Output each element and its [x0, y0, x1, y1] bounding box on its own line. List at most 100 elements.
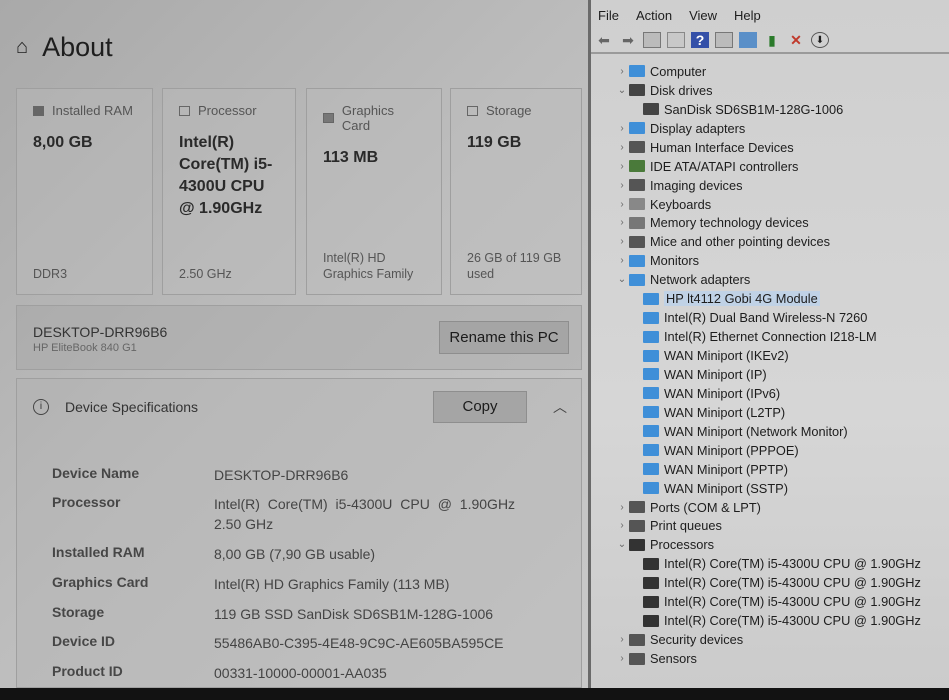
- device-label: Monitors: [650, 253, 700, 269]
- chevron-down-icon[interactable]: ⌄: [615, 274, 629, 285]
- spec-key: Storage: [52, 604, 105, 620]
- device-item[interactable]: WAN Miniport (PPTP): [591, 460, 949, 479]
- device-category[interactable]: ⌄ Disk drives: [591, 81, 949, 100]
- device-item[interactable]: Intel(R) Core(TM) i5-4300U CPU @ 1.90GHz: [591, 554, 949, 573]
- device-category[interactable]: ⌄ Network adapters: [591, 270, 949, 289]
- card-installed-ram: Installed RAM 8,00 GB DDR3: [16, 88, 153, 295]
- chevron-right-icon[interactable]: ›: [615, 142, 629, 153]
- device-item[interactable]: WAN Miniport (L2TP): [591, 403, 949, 422]
- menu-view[interactable]: View: [689, 8, 717, 23]
- device-category[interactable]: › Security devices: [591, 630, 949, 649]
- spec-row: Installed RAM 8,00 GB (7,90 GB usable): [52, 544, 375, 564]
- menu-help[interactable]: Help: [734, 8, 761, 23]
- chevron-right-icon[interactable]: ›: [615, 161, 629, 172]
- device-label: Human Interface Devices: [650, 139, 794, 155]
- device-manager-window: File Action View Help ⬅ ➡ ? ▮ ✕ ⬇ › Compu…: [591, 0, 949, 688]
- spec-row: Product ID 00331-10000-00001-AA035: [52, 663, 387, 683]
- device-label: Intel(R) Core(TM) i5-4300U CPU @ 1.90GHz: [664, 594, 921, 610]
- device-item[interactable]: WAN Miniport (SSTP): [591, 479, 949, 498]
- device-item[interactable]: WAN Miniport (PPPOE): [591, 441, 949, 460]
- chevron-right-icon[interactable]: ›: [615, 66, 629, 77]
- device-category[interactable]: › Ports (COM & LPT): [591, 498, 949, 517]
- device-item[interactable]: SanDisk SD6SB1M-128G-1006: [591, 100, 949, 119]
- specs-header[interactable]: i Device Specifications: [33, 399, 198, 415]
- device-category[interactable]: › Print queues: [591, 517, 949, 536]
- device-icon: [629, 84, 645, 97]
- device-icon: [643, 576, 659, 589]
- properties-icon[interactable]: [667, 32, 685, 48]
- home-icon[interactable]: ⌂: [16, 36, 28, 59]
- copy-button[interactable]: Copy: [433, 391, 527, 423]
- device-item[interactable]: Intel(R) Core(TM) i5-4300U CPU @ 1.90GHz: [591, 611, 949, 630]
- device-label: HP lt4112 Gobi 4G Module: [664, 291, 820, 307]
- device-category[interactable]: › IDE ATA/ATAPI controllers: [591, 157, 949, 176]
- device-item[interactable]: Intel(R) Dual Band Wireless-N 7260: [591, 308, 949, 327]
- card-heading: Storage: [486, 103, 532, 118]
- device-category[interactable]: › Memory technology devices: [591, 214, 949, 233]
- chevron-right-icon[interactable]: ›: [615, 217, 629, 228]
- device-icon: [629, 501, 645, 514]
- device-label: Sensors: [650, 651, 697, 667]
- device-category[interactable]: › Computer: [591, 62, 949, 81]
- device-item[interactable]: WAN Miniport (Network Monitor): [591, 422, 949, 441]
- device-category[interactable]: ⌄ Processors: [591, 535, 949, 554]
- device-label: Mice and other pointing devices: [650, 234, 830, 250]
- device-item[interactable]: Intel(R) Ethernet Connection I218-LM: [591, 327, 949, 346]
- chevron-right-icon[interactable]: ›: [615, 653, 629, 664]
- collapse-chevron-icon[interactable]: ︿: [553, 397, 567, 417]
- device-category[interactable]: › Keyboards: [591, 195, 949, 214]
- device-category[interactable]: › Display adapters: [591, 119, 949, 138]
- card-graphics: Graphics Card 113 MB Intel(R) HD Graphic…: [306, 88, 442, 295]
- page-title: ⌂ About: [16, 32, 113, 62]
- scan-hardware-icon[interactable]: [739, 32, 757, 48]
- chevron-right-icon[interactable]: ›: [615, 236, 629, 247]
- card-value: Intel(R) Core(TM) i5-4300U CPU @ 1.90GHz: [179, 134, 273, 217]
- device-label: Network adapters: [650, 272, 751, 288]
- device-item[interactable]: WAN Miniport (IPv6): [591, 384, 949, 403]
- device-item[interactable]: HP lt4112 Gobi 4G Module: [591, 289, 949, 308]
- chevron-right-icon[interactable]: ›: [615, 634, 629, 645]
- device-label: Intel(R) Core(TM) i5-4300U CPU @ 1.90GHz: [664, 556, 921, 572]
- chevron-right-icon[interactable]: ›: [615, 123, 629, 134]
- rename-pc-button[interactable]: Rename this PC: [439, 321, 569, 354]
- chevron-right-icon[interactable]: ›: [615, 520, 629, 531]
- card-heading: Graphics Card: [341, 103, 394, 133]
- device-icon: [643, 103, 659, 116]
- device-item[interactable]: Intel(R) Core(TM) i5-4300U CPU @ 1.90GHz: [591, 573, 949, 592]
- help-icon[interactable]: ?: [691, 32, 709, 48]
- disable-device-icon[interactable]: ⬇: [811, 32, 829, 48]
- toolbar: ⬅ ➡ ? ▮ ✕ ⬇: [591, 28, 949, 54]
- device-item[interactable]: Intel(R) Core(TM) i5-4300U CPU @ 1.90GHz: [591, 592, 949, 611]
- chevron-right-icon[interactable]: ›: [615, 255, 629, 266]
- device-icon: [643, 482, 659, 495]
- device-category[interactable]: › Human Interface Devices: [591, 138, 949, 157]
- device-icon: [629, 254, 645, 267]
- device-category[interactable]: › Monitors: [591, 251, 949, 270]
- chevron-down-icon[interactable]: ⌄: [615, 85, 629, 96]
- info-icon: i: [33, 399, 49, 415]
- device-label: SanDisk SD6SB1M-128G-1006: [664, 101, 844, 117]
- chevron-right-icon[interactable]: ›: [615, 502, 629, 513]
- device-item[interactable]: WAN Miniport (IKEv2): [591, 346, 949, 365]
- menu-action[interactable]: Action: [636, 8, 672, 23]
- chevron-right-icon[interactable]: ›: [615, 180, 629, 191]
- device-label: WAN Miniport (L2TP): [664, 404, 786, 420]
- device-category[interactable]: › Mice and other pointing devices: [591, 232, 949, 251]
- device-label: WAN Miniport (SSTP): [664, 480, 788, 496]
- action-pane-icon[interactable]: [715, 32, 733, 48]
- chevron-right-icon[interactable]: ›: [615, 199, 629, 210]
- update-driver-icon[interactable]: ▮: [763, 32, 781, 48]
- menu-file[interactable]: File: [598, 8, 619, 23]
- uninstall-icon[interactable]: ✕: [787, 32, 805, 48]
- device-item[interactable]: WAN Miniport (IP): [591, 365, 949, 384]
- spec-value: Intel(R) Core(TM) i5-4300U CPU @ 1.90GHz: [214, 496, 516, 512]
- device-category[interactable]: › Sensors: [591, 649, 949, 668]
- forward-icon[interactable]: ➡: [619, 32, 637, 48]
- show-hide-console-tree-icon[interactable]: [643, 32, 661, 48]
- spec-value: 8,00 GB (7,90 GB usable): [214, 546, 376, 562]
- chevron-down-icon[interactable]: ⌄: [615, 539, 629, 550]
- back-icon[interactable]: ⬅: [595, 32, 613, 48]
- device-category[interactable]: › Imaging devices: [591, 176, 949, 195]
- card-processor: Processor Intel(R) Core(TM) i5-4300U CPU…: [162, 88, 296, 295]
- device-icon: [629, 198, 645, 211]
